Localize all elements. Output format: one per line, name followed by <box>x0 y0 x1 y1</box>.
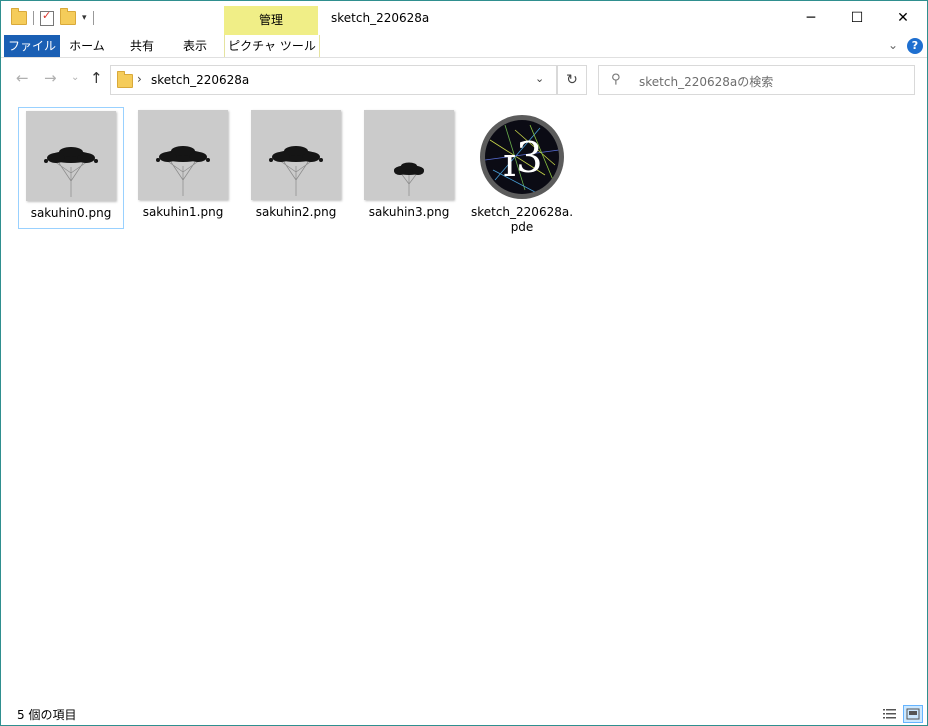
forward-arrow-icon[interactable]: → <box>44 69 57 87</box>
properties-icon[interactable] <box>40 9 54 26</box>
item-count: 5 個の項目 <box>17 708 77 722</box>
file-list: sakuhin0.png sakuhin1.png sakuhin2.png s… <box>1 99 927 699</box>
file-item[interactable]: ɪ 3 sketch_220628a.pde <box>470 107 574 234</box>
large-icons-view-icon <box>906 708 920 720</box>
help-icon[interactable]: ? <box>907 38 923 54</box>
tab-file[interactable]: ファイル <box>4 35 60 57</box>
image-thumbnail <box>26 111 116 201</box>
file-name: sketch_220628a.pde <box>470 205 574 234</box>
window-title: sketch_220628a <box>331 11 430 25</box>
file-item[interactable]: sakuhin3.png <box>357 107 461 227</box>
file-name: sakuhin1.png <box>142 205 224 219</box>
minimize-button[interactable]: ─ <box>788 1 834 35</box>
tab-share[interactable]: 共有 <box>120 35 164 57</box>
toolbar-divider <box>33 11 34 25</box>
large-icons-view-button[interactable] <box>903 705 923 723</box>
ribbon-tabs: ファイル ホーム 共有 表示 ピクチャ ツール ⌄ ? <box>1 35 927 58</box>
image-thumbnail <box>364 110 454 200</box>
file-item[interactable]: sakuhin2.png <box>244 107 348 227</box>
processing-logo-icon: ɪ 3 <box>480 115 564 199</box>
toolbar-divider <box>92 11 94 25</box>
file-name: sakuhin2.png <box>255 205 337 219</box>
details-view-icon <box>883 709 896 719</box>
back-arrow-icon[interactable]: ← <box>16 69 29 87</box>
processing-logo-face: ɪ 3 <box>485 120 559 194</box>
status-bar: 5 個の項目 <box>1 701 927 725</box>
details-view-button[interactable] <box>880 705 900 723</box>
image-thumbnail <box>251 110 341 200</box>
breadcrumb-chevron-icon[interactable]: › <box>137 72 142 86</box>
recent-locations-chevron-icon[interactable]: ⌄ <box>71 72 79 83</box>
refresh-button[interactable]: ↻ <box>557 65 587 95</box>
svg-text:3: 3 <box>516 133 543 182</box>
search-placeholder[interactable]: sketch_220628aの検索 <box>639 73 773 90</box>
breadcrumb-current[interactable]: sketch_220628a <box>151 73 249 87</box>
file-name: sakuhin3.png <box>368 205 450 219</box>
image-thumbnail <box>138 110 228 200</box>
quick-access-toolbar: ▾ <box>11 8 94 27</box>
file-item[interactable]: sakuhin1.png <box>131 107 235 227</box>
folder-icon <box>117 71 133 88</box>
folder-icon[interactable] <box>11 8 27 25</box>
tab-home[interactable]: ホーム <box>64 35 110 57</box>
svg-text:ɪ: ɪ <box>503 140 516 186</box>
customize-toolbar-dropdown-icon[interactable]: ▾ <box>82 13 87 23</box>
navigation-bar: ← → ⌄ ↑ › sketch_220628a ⌄ ↻ ⚲ sketch_22… <box>1 59 927 99</box>
search-box[interactable]: ⚲ sketch_220628aの検索 <box>598 65 915 95</box>
new-folder-icon[interactable] <box>60 8 76 25</box>
address-bar[interactable]: › sketch_220628a ⌄ <box>110 65 557 95</box>
search-icon: ⚲ <box>611 72 621 87</box>
explorer-window: ▾ 管理 sketch_220628a ─ ☐ ✕ ファイル ホーム 共有 表示… <box>0 0 928 726</box>
close-button[interactable]: ✕ <box>880 1 926 35</box>
file-item[interactable]: sakuhin0.png <box>18 107 124 229</box>
file-name: sakuhin0.png <box>30 206 112 220</box>
tab-manage[interactable]: 管理 <box>224 6 318 35</box>
maximize-button[interactable]: ☐ <box>834 1 880 35</box>
tab-view[interactable]: 表示 <box>173 35 217 57</box>
address-dropdown-icon[interactable]: ⌄ <box>535 72 544 85</box>
tab-picture-tools[interactable]: ピクチャ ツール <box>224 35 320 57</box>
title-bar: ▾ 管理 sketch_220628a ─ ☐ ✕ <box>1 1 927 35</box>
expand-ribbon-chevron-icon[interactable]: ⌄ <box>888 38 898 52</box>
up-arrow-icon[interactable]: ↑ <box>90 69 103 87</box>
